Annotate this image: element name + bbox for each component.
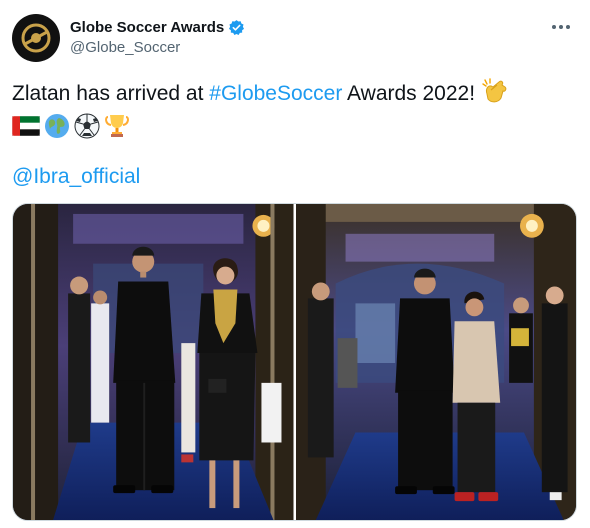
media-gallery [12, 203, 577, 521]
globe-soccer-logo-icon [21, 23, 51, 53]
display-name[interactable]: Globe Soccer Awards [70, 19, 224, 36]
photo-2[interactable] [295, 204, 576, 520]
account-handle[interactable]: @Globe_Soccer [70, 39, 245, 56]
uae-flag-icon [11, 115, 41, 143]
verified-badge-icon [228, 19, 245, 36]
avatar[interactable] [12, 14, 60, 62]
more-options-icon[interactable] [546, 16, 576, 38]
tweet-text-suffix: Awards 2022! [342, 82, 481, 106]
soccer-ball-icon [74, 113, 100, 146]
hashtag-link[interactable]: #GlobeSoccer [209, 82, 342, 105]
mention-link[interactable]: @Ibra_official [12, 165, 140, 189]
trophy-icon [104, 113, 130, 146]
tweet-text: Zlatan has arrived at #GlobeSoccer Award… [11, 78, 570, 146]
tweet-text-prefix: Zlatan has arrived at [12, 82, 210, 106]
tweet-header: Globe Soccer Awards @Globe_Soccer [12, 14, 578, 62]
photo-1[interactable] [13, 204, 294, 520]
clapping-hands-icon [481, 78, 509, 111]
globe-icon [44, 113, 70, 146]
